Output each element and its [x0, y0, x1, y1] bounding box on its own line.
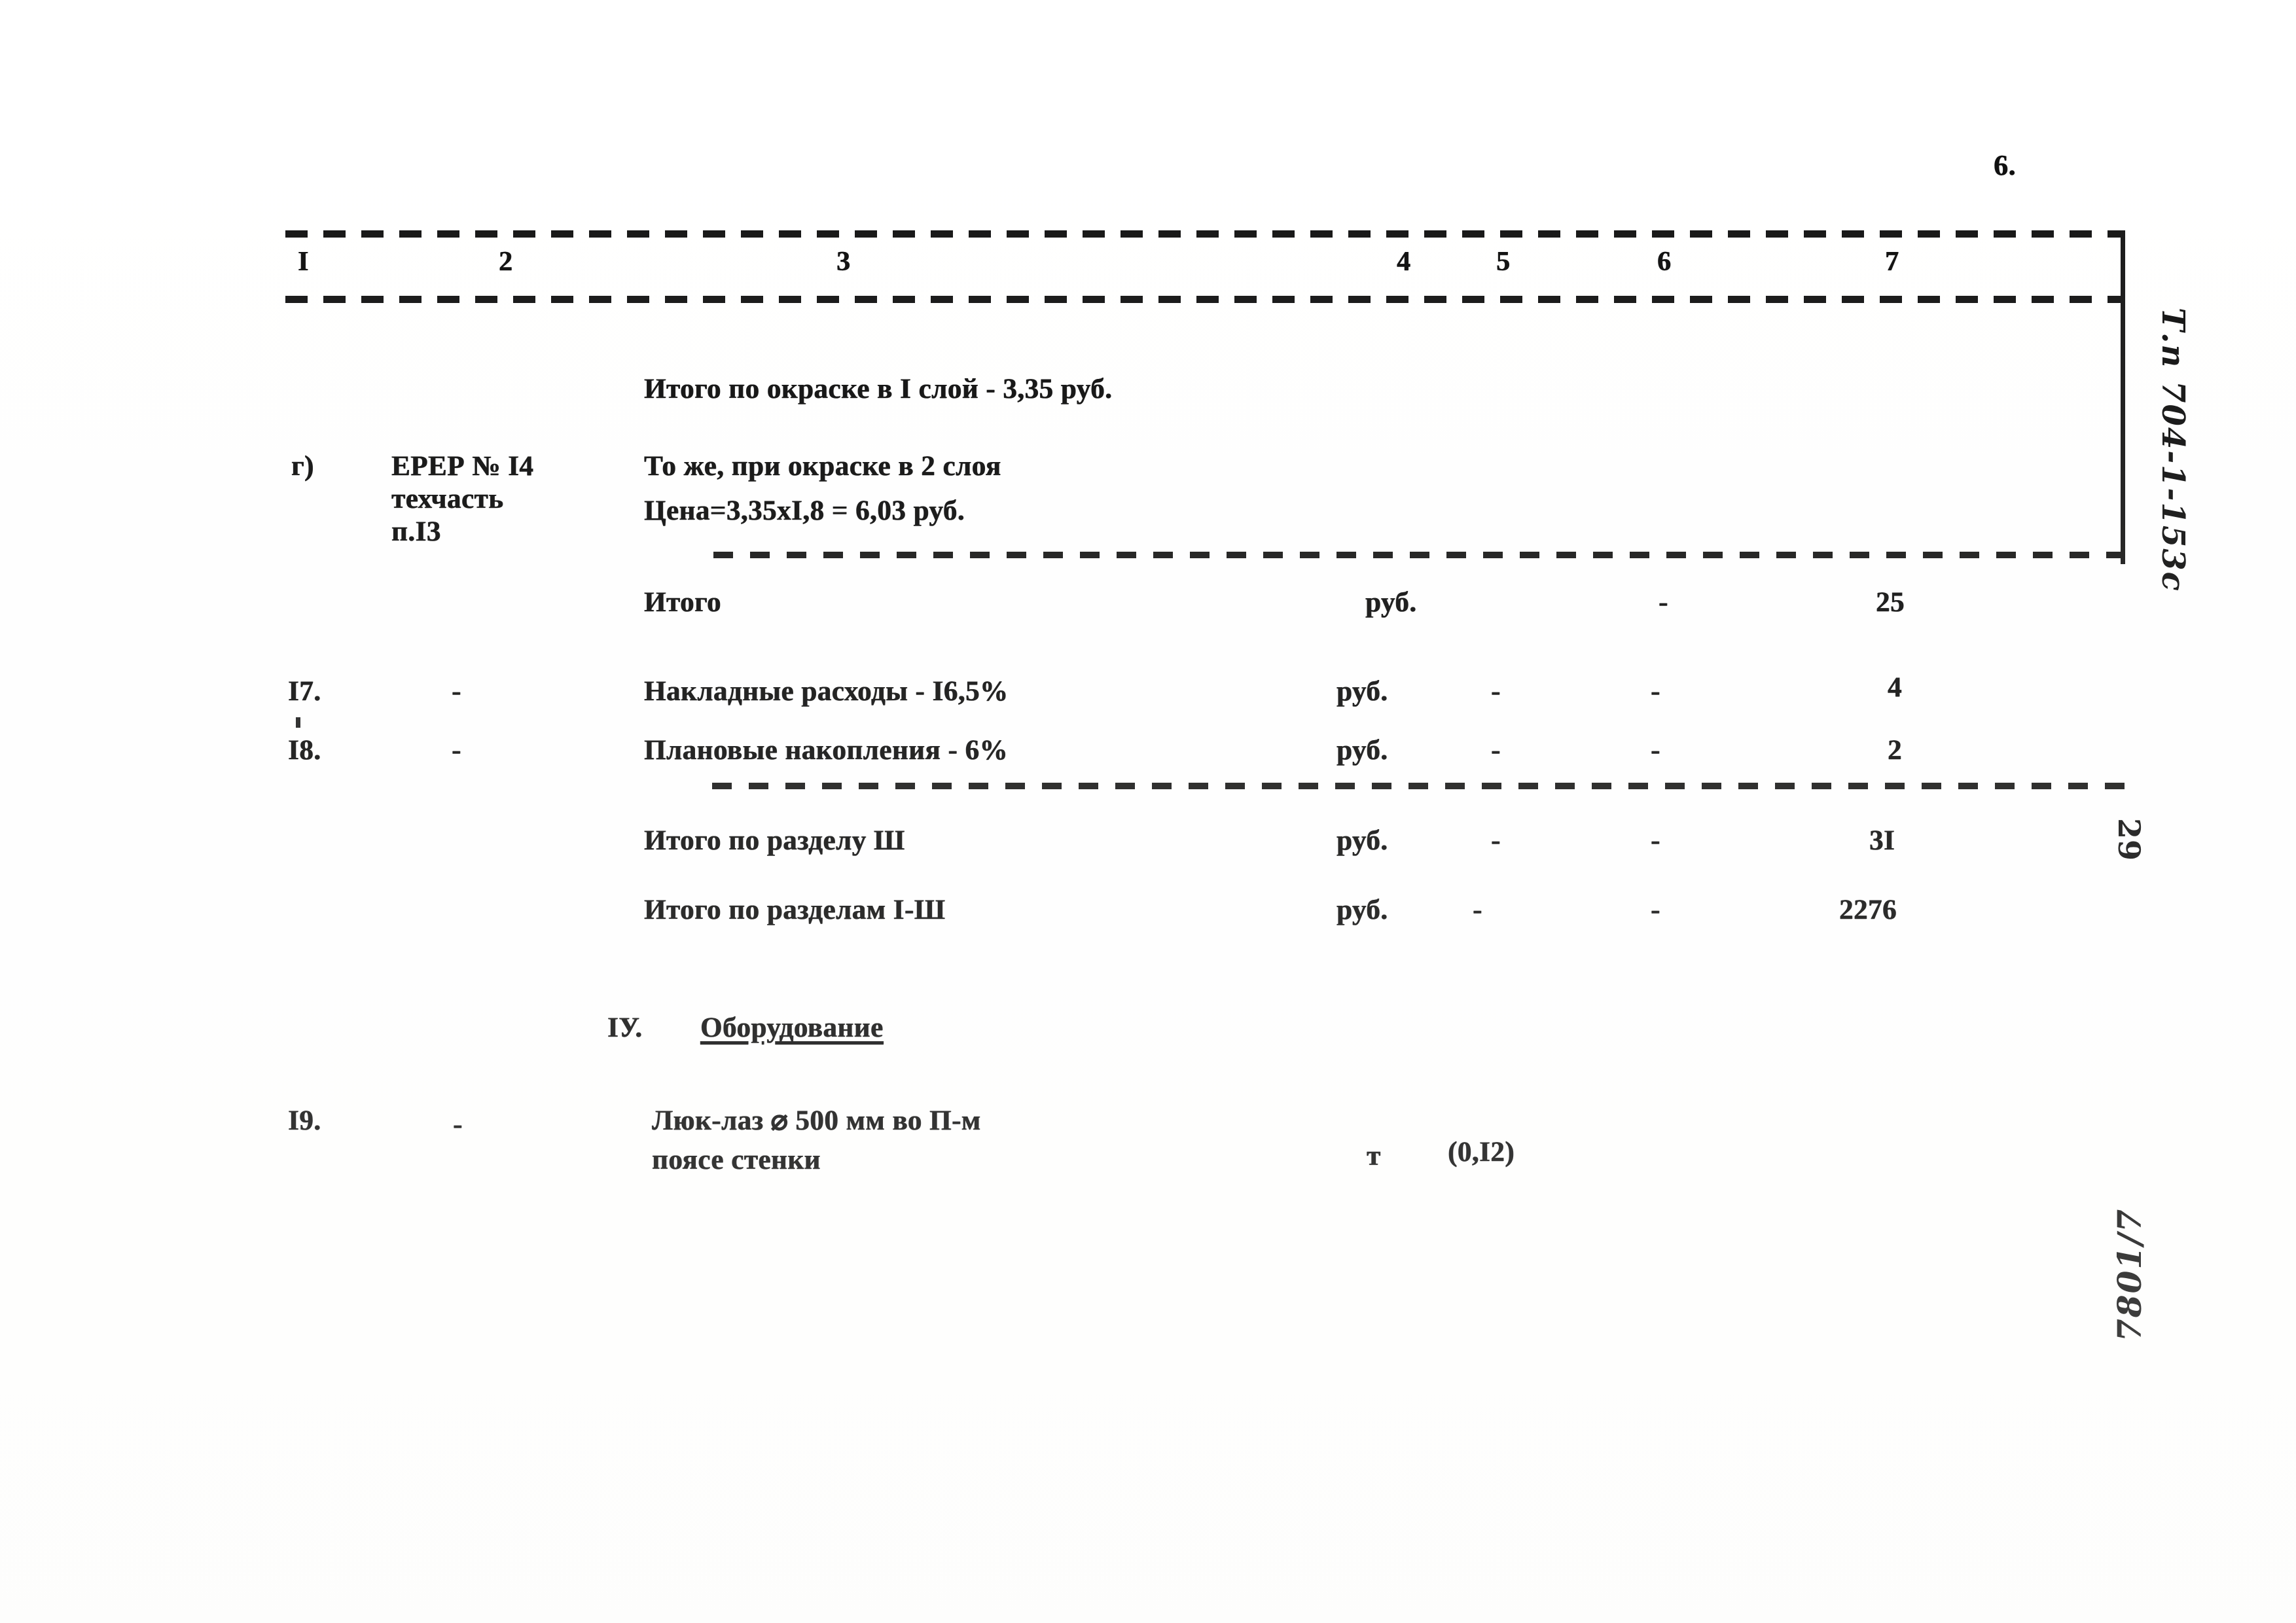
- row-itogo-razdely-col3: Итого по разделам I-Ш: [644, 895, 946, 925]
- section-heading-numeral: IУ.: [607, 1012, 643, 1043]
- row-18-col6: -: [1651, 735, 1660, 766]
- table-right-border: [2121, 230, 2125, 564]
- row-17-col6: -: [1651, 676, 1660, 707]
- section-heading-title: Оборудование: [700, 1012, 884, 1043]
- column-header-7: 7: [1885, 247, 1899, 277]
- row-g-col1: г): [291, 451, 314, 482]
- row-itogo-razdely-col5: -: [1473, 895, 1482, 925]
- row-itogo-razdely-col6: -: [1651, 895, 1660, 925]
- row-itogo-col6: -: [1659, 587, 1668, 618]
- row-19-col4: т: [1367, 1141, 1381, 1171]
- row-itogo-razdel3-col7: 3I: [1869, 825, 1895, 856]
- margin-note-project-code: Т.п 704-1-153с: [2155, 308, 2191, 592]
- row-17-col3: Накладные расходы - I6,5%: [644, 676, 1009, 707]
- row-17-col7: 4: [1888, 672, 1902, 703]
- page-number: 6.: [1994, 149, 2016, 181]
- row-g-col2-line1: ЕРЕР № I4: [391, 451, 534, 482]
- row-19-col3-line1: Люк-лаз ⌀ 500 мм во П-м: [652, 1105, 981, 1136]
- row-itogo-okraska-col3: Итого по окраске в I слой - 3,35 руб.: [644, 374, 1113, 404]
- row-itogo-razdely-col7: 2276: [1839, 895, 1897, 925]
- row-itogo-razdel3-col6: -: [1651, 825, 1660, 856]
- column-header-4: 4: [1397, 247, 1411, 277]
- column-header-5: 5: [1496, 247, 1511, 277]
- row-g-col3-line1: То же, при окраске в 2 слоя: [644, 451, 1001, 482]
- row-18-col2: -: [452, 735, 461, 766]
- row-17-col4: руб.: [1336, 676, 1388, 707]
- column-header-2: 2: [499, 247, 513, 277]
- table-header-bottom-rule: [285, 296, 2125, 303]
- row-g-col2-line2: техчасть: [391, 484, 504, 514]
- row-17-col1: I7.: [288, 676, 321, 707]
- row-g-col2-line3: п.I3: [391, 516, 441, 547]
- row-g-col3-line2: Цена=3,35хI,8 = 6,03 руб.: [644, 495, 965, 526]
- margin-note-sheet-number: 29: [2111, 818, 2147, 862]
- row-itogo-razdel3-col5: -: [1491, 825, 1501, 856]
- row-19-col1: I9.: [288, 1105, 321, 1136]
- column-header-1: I: [298, 247, 309, 277]
- row-18-col4: руб.: [1336, 735, 1388, 766]
- row-19-col2: -: [453, 1109, 463, 1140]
- row-itogo-razdel3-col3: Итого по разделу Ш: [644, 825, 905, 856]
- scanned-document-page: 6. I 2 3 4 5 6 7 Итого по окраске в I сл…: [0, 0, 2296, 1623]
- table-top-rule: [285, 230, 2125, 238]
- row-itogo-razdel3-col4: руб.: [1336, 825, 1388, 856]
- row-17-col2: -: [452, 676, 461, 707]
- row-18-col7: 2: [1888, 735, 1902, 766]
- scan-artifact-speck: [296, 717, 300, 728]
- row-18-col3: Плановые накопления - 6%: [644, 735, 1009, 766]
- row-itogo-col7: 25: [1876, 587, 1905, 618]
- column-header-6: 6: [1657, 247, 1672, 277]
- row-18-col1: I8.: [288, 735, 321, 766]
- scan-paper-tint: [0, 0, 2296, 1623]
- row-itogo-col4: руб.: [1365, 587, 1417, 618]
- column-header-3: 3: [836, 247, 851, 277]
- row-itogo-razdely-col4: руб.: [1336, 895, 1388, 925]
- row-17-col5: -: [1491, 676, 1501, 707]
- row-19-col3-line2: поясе стенки: [652, 1145, 821, 1175]
- row-itogo-col3: Итого: [644, 587, 721, 618]
- row-19-col5: (0,I2): [1448, 1137, 1515, 1168]
- table-rule-after-18: [712, 783, 2126, 789]
- row-18-col5: -: [1491, 735, 1501, 766]
- table-rule-after-cena: [713, 552, 2125, 558]
- margin-note-archive-code: 7801/7: [2110, 1207, 2149, 1342]
